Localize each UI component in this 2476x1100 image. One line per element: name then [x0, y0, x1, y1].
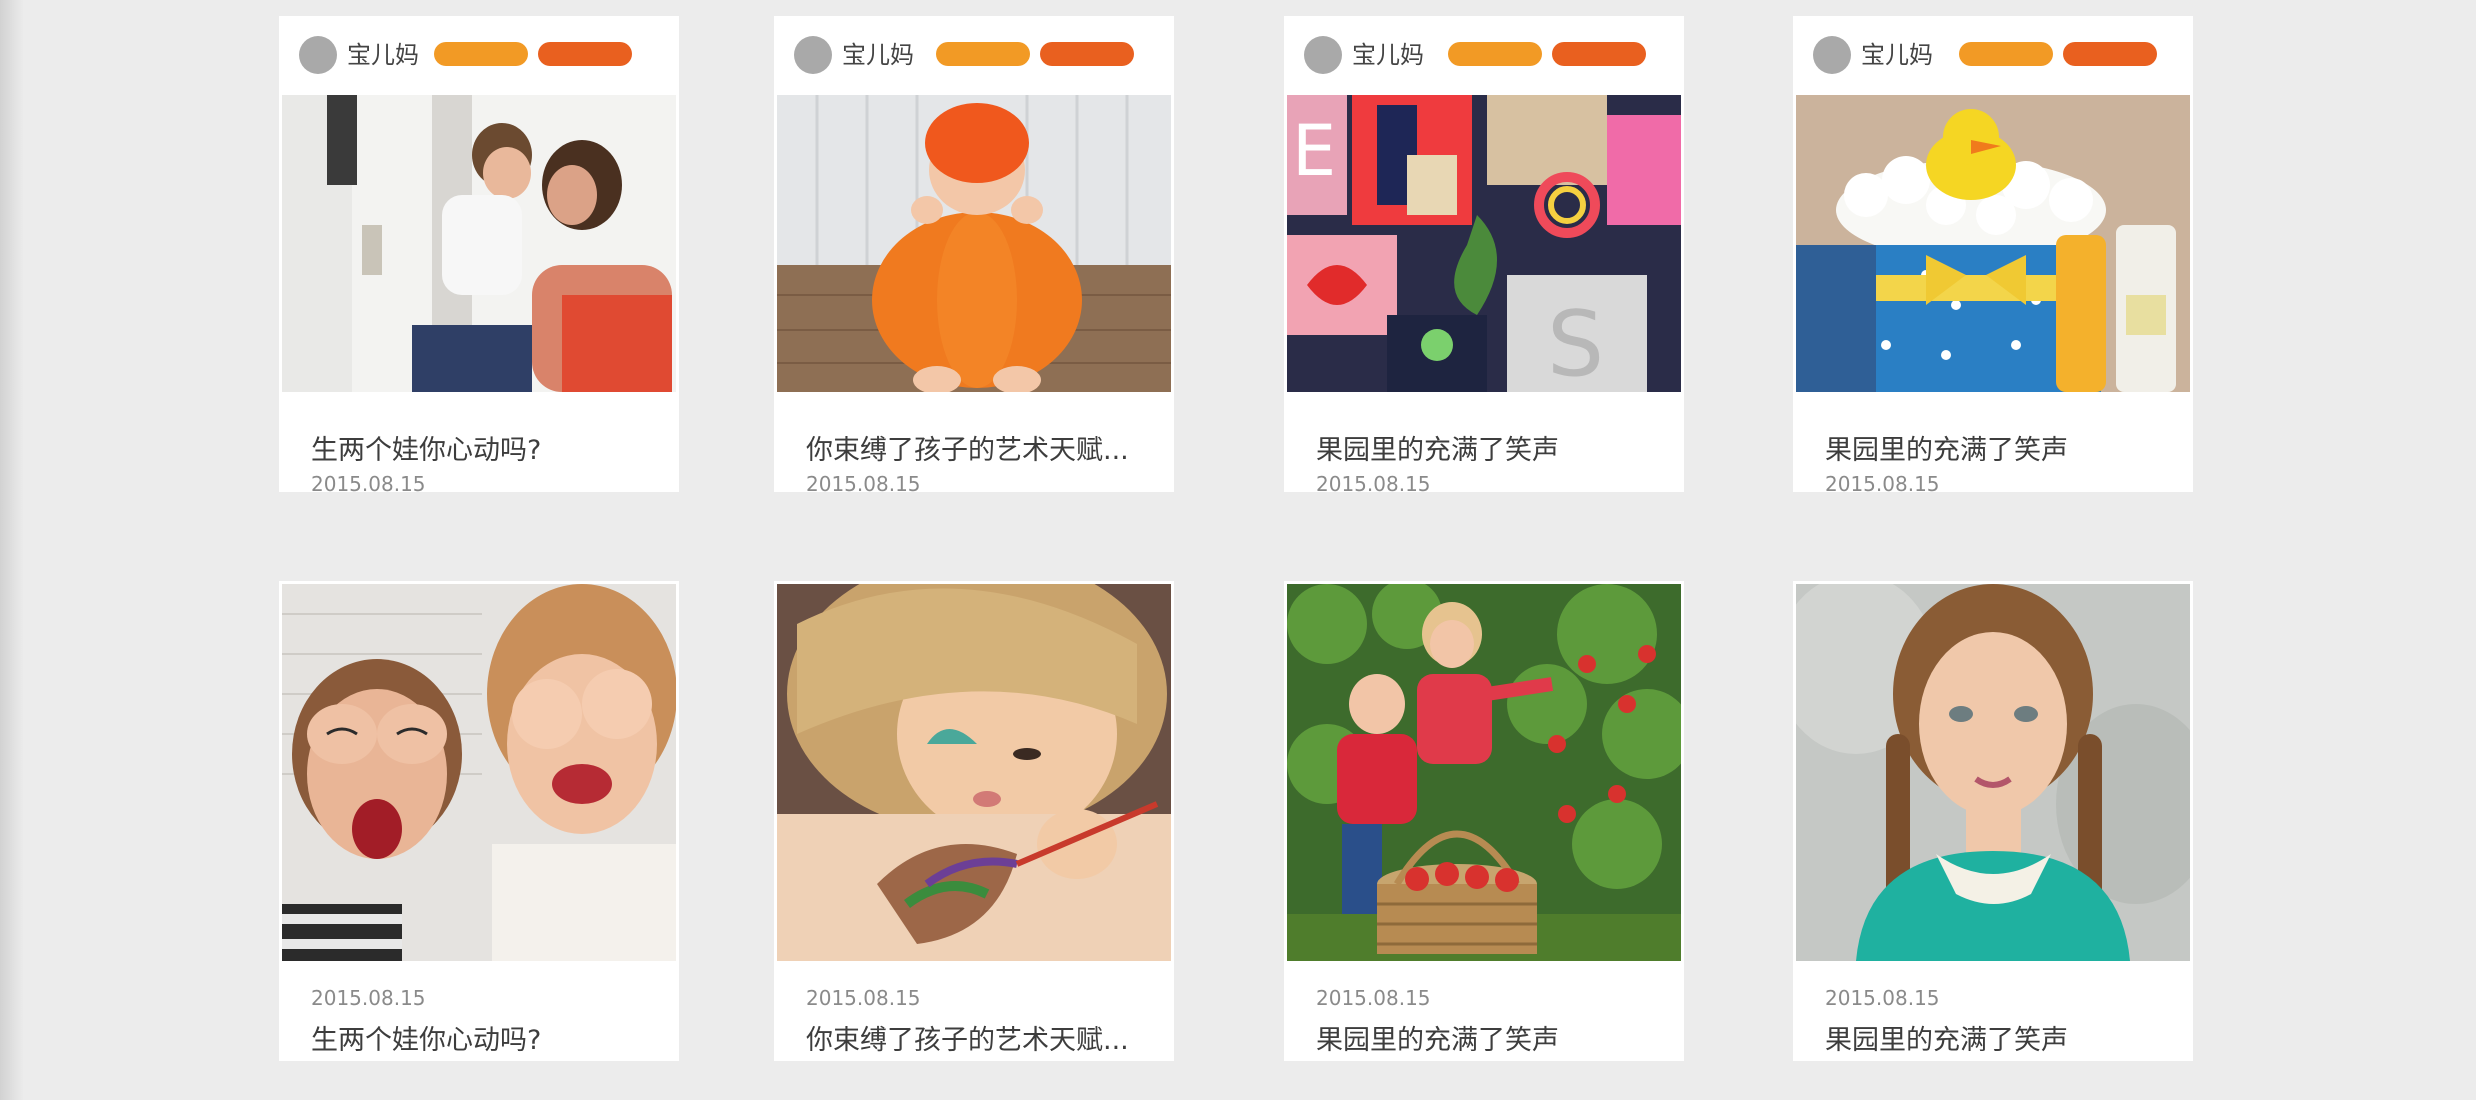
card-author-bar: 宝儿妈	[1793, 16, 2193, 92]
author-name[interactable]: 宝儿妈	[842, 36, 914, 74]
colorful-paper-shapes-photo[interactable]: S E	[1287, 95, 1681, 392]
author-name[interactable]: 宝儿妈	[1861, 36, 1933, 74]
article-title[interactable]: 生两个娃你心动吗?	[311, 1018, 541, 1057]
rubber-duck-diaper-cake-photo[interactable]	[1796, 95, 2190, 392]
card-author-bar: 宝儿妈	[774, 16, 1174, 92]
article-date: 2015.08.15	[1825, 986, 1940, 1010]
kids-picking-apples-photo[interactable]	[1287, 584, 1681, 961]
avatar[interactable]	[1304, 36, 1342, 74]
card-author-bar: 宝儿妈	[279, 16, 679, 92]
tag-badge[interactable]	[2063, 42, 2157, 66]
girl-with-braids-photo[interactable]	[1796, 584, 2190, 961]
article-card[interactable]: 2015.08.15 果园里的充满了笑声	[1284, 581, 1684, 1061]
tag-badge[interactable]	[434, 42, 528, 66]
tag-badge[interactable]	[1448, 42, 1542, 66]
article-card[interactable]: 宝儿妈 生两个娃你心动吗? 2015.08.15	[279, 16, 679, 492]
article-card[interactable]: 2015.08.15 生两个娃你心动吗?	[279, 581, 679, 1061]
avatar[interactable]	[299, 36, 337, 74]
svg-text:E: E	[1292, 110, 1336, 192]
article-date: 2015.08.15	[1316, 986, 1431, 1010]
author-name[interactable]: 宝儿妈	[347, 36, 419, 74]
article-card[interactable]: 宝儿妈 S E 果园里的充满了笑声 2015.08.15	[1284, 16, 1684, 492]
article-card[interactable]: 2015.08.15 你束缚了孩子的艺术天赋...	[774, 581, 1174, 1061]
article-title[interactable]: 果园里的充满了笑声	[1316, 1018, 1559, 1057]
article-title[interactable]: 果园里的充满了笑声	[1825, 1018, 2068, 1057]
article-date: 2015.08.15	[311, 472, 426, 492]
tag-badge[interactable]	[936, 42, 1030, 66]
article-date: 2015.08.15	[1825, 472, 1940, 492]
tag-badge[interactable]	[1959, 42, 2053, 66]
card-author-bar: 宝儿妈	[1284, 16, 1684, 92]
article-title[interactable]: 你束缚了孩子的艺术天赋...	[806, 428, 1129, 467]
author-name[interactable]: 宝儿妈	[1352, 36, 1424, 74]
tag-badge[interactable]	[1040, 42, 1134, 66]
article-title[interactable]: 你束缚了孩子的艺术天赋...	[806, 1018, 1129, 1057]
article-card[interactable]: 2015.08.15 果园里的充满了笑声	[1793, 581, 2193, 1061]
page-edge-shadow	[0, 0, 24, 1100]
girls-covering-eyes-photo[interactable]	[282, 584, 676, 961]
mother-kissing-child-photo[interactable]	[282, 95, 676, 392]
article-title[interactable]: 生两个娃你心动吗?	[311, 428, 541, 467]
article-date: 2015.08.15	[806, 472, 921, 492]
tag-badge[interactable]	[538, 42, 632, 66]
article-date: 2015.08.15	[311, 986, 426, 1010]
article-title[interactable]: 果园里的充满了笑声	[1825, 428, 2068, 467]
article-date: 2015.08.15	[806, 986, 921, 1010]
tag-badge[interactable]	[1552, 42, 1646, 66]
article-title[interactable]: 果园里的充满了笑声	[1316, 428, 1559, 467]
article-card[interactable]: 宝儿妈 你束缚了孩子的艺术天赋... 2015.08.15	[774, 16, 1174, 492]
article-date: 2015.08.15	[1316, 472, 1431, 492]
baby-in-pumpkin-photo[interactable]	[777, 95, 1171, 392]
avatar[interactable]	[1813, 36, 1851, 74]
avatar[interactable]	[794, 36, 832, 74]
svg-text:S: S	[1547, 292, 1604, 392]
article-card[interactable]: 宝儿妈 果园里的充满了笑声 2015.08.15	[1793, 16, 2193, 492]
child-painting-photo[interactable]	[777, 584, 1171, 961]
